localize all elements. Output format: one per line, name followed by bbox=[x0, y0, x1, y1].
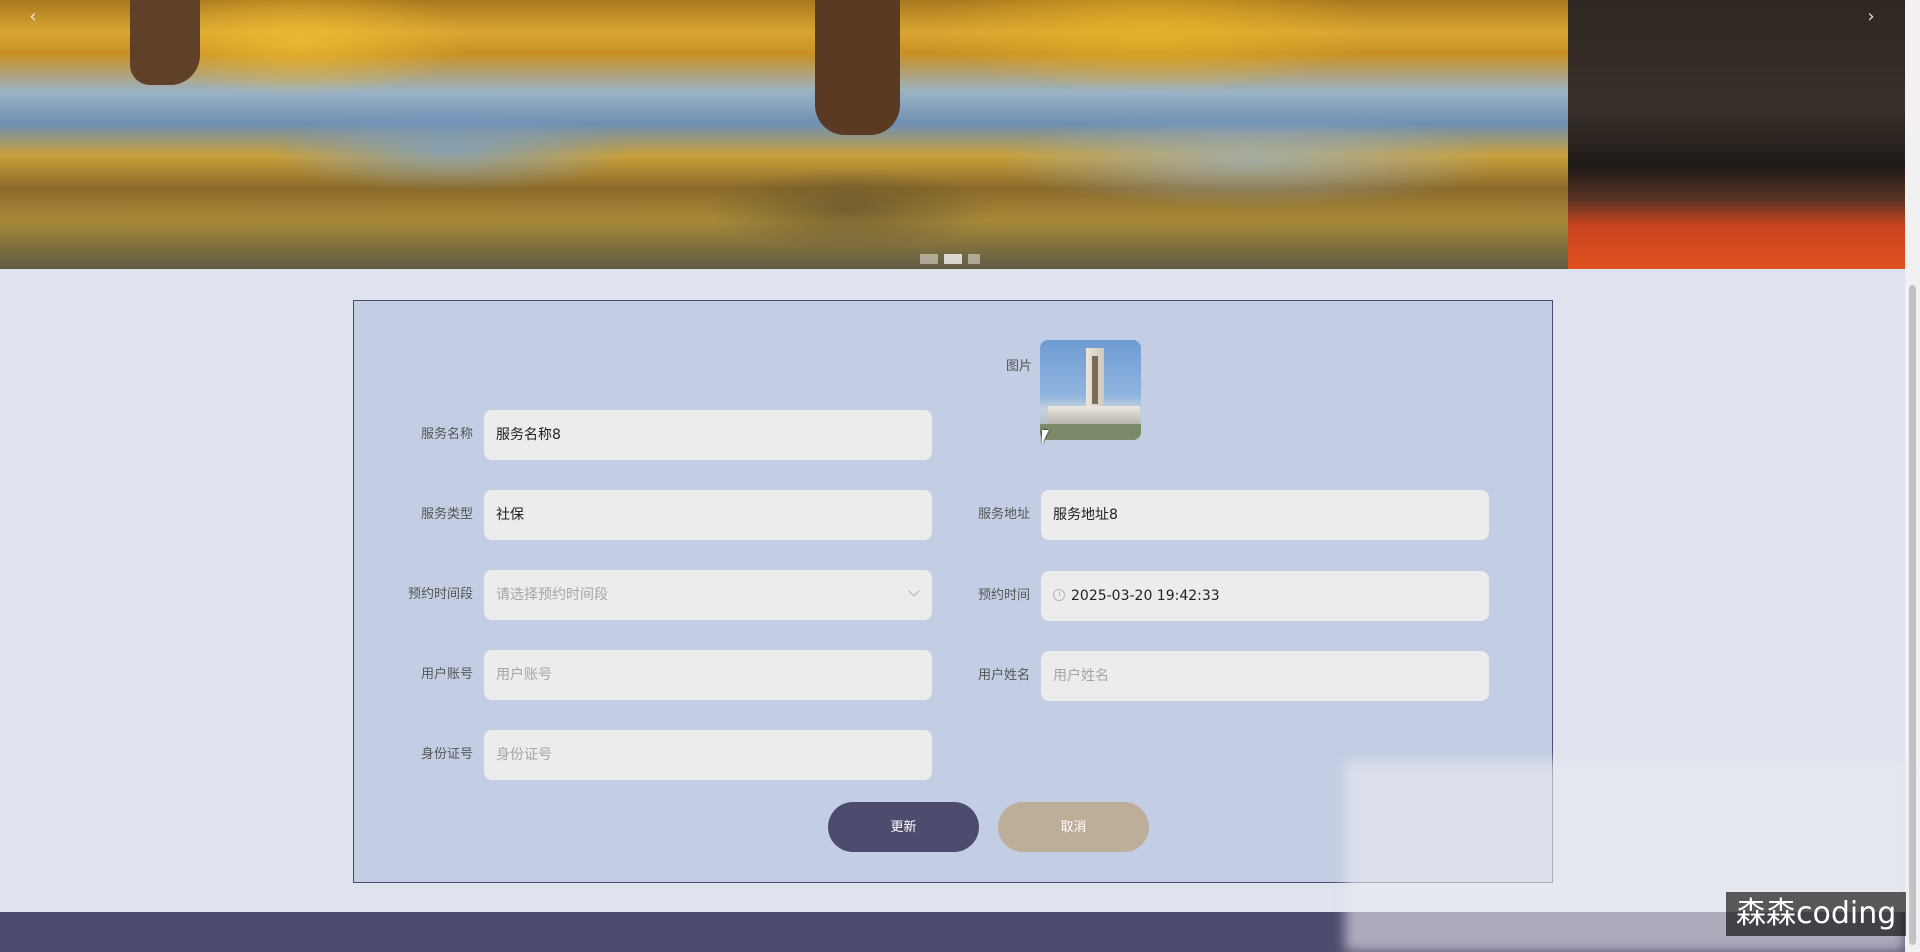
carousel-slide-autumn-trees bbox=[0, 0, 1568, 269]
user-account-label: 用户账号 bbox=[420, 667, 473, 682]
user-name-input[interactable]: 用户姓名 bbox=[1041, 651, 1489, 701]
watermark-label: 森森coding bbox=[1726, 892, 1907, 936]
appointment-time-value: 2025-03-20 19:42:33 bbox=[1071, 588, 1220, 604]
image-label: 图片 bbox=[1005, 359, 1032, 374]
carousel-indicator[interactable] bbox=[920, 254, 938, 264]
user-name-label: 用户姓名 bbox=[977, 668, 1030, 683]
page-scrollbar[interactable] bbox=[1905, 0, 1920, 952]
update-button[interactable]: 更新 bbox=[828, 802, 979, 852]
cancel-button[interactable]: 取消 bbox=[998, 802, 1149, 852]
service-image-upload[interactable] bbox=[1040, 340, 1141, 440]
id-number-input[interactable]: 身份证号 bbox=[484, 730, 932, 780]
field-user-account: 用户账号 用户账号 bbox=[353, 650, 953, 700]
service-address-input[interactable]: 服务地址8 bbox=[1041, 490, 1489, 540]
carousel-slide-next-preview bbox=[1568, 0, 1905, 269]
field-service-name: 服务名称 服务名称8 bbox=[353, 410, 953, 460]
tree-trunk-decoration bbox=[815, 0, 900, 135]
time-slot-select[interactable]: 请选择预约时间段 bbox=[484, 570, 932, 620]
carousel-indicators bbox=[920, 254, 980, 264]
appointment-time-picker[interactable]: 2025-03-20 19:42:33 bbox=[1041, 571, 1489, 621]
ground-graphic bbox=[1040, 424, 1141, 440]
field-time-slot: 预约时间段 请选择预约时间段 bbox=[353, 570, 953, 620]
service-type-input[interactable]: 社保 bbox=[484, 490, 932, 540]
carousel-indicator-active[interactable] bbox=[944, 254, 962, 264]
time-slot-label: 预约时间段 bbox=[407, 587, 473, 602]
banner-carousel: ‹ › bbox=[0, 0, 1905, 269]
carousel-next-icon[interactable]: › bbox=[1860, 6, 1882, 28]
field-service-type: 服务类型 社保 bbox=[353, 490, 953, 540]
field-id-number: 身份证号 身份证号 bbox=[353, 730, 953, 780]
carousel-prev-icon[interactable]: ‹ bbox=[22, 6, 44, 28]
service-type-label: 服务类型 bbox=[420, 507, 473, 522]
time-slot-placeholder: 请选择预约时间段 bbox=[496, 587, 608, 603]
id-number-label: 身份证号 bbox=[420, 747, 473, 762]
building-tower-graphic bbox=[1086, 348, 1104, 412]
scrollbar-thumb[interactable] bbox=[1909, 285, 1916, 945]
service-name-input[interactable]: 服务名称8 bbox=[484, 410, 932, 460]
field-service-address: 服务地址 服务地址8 bbox=[910, 490, 1510, 540]
user-account-input[interactable]: 用户账号 bbox=[484, 650, 932, 700]
service-name-label: 服务名称 bbox=[420, 427, 473, 442]
building-base-graphic bbox=[1048, 406, 1140, 424]
field-appointment-time: 预约时间 2025-03-20 19:42:33 bbox=[910, 571, 1510, 621]
service-address-label: 服务地址 bbox=[977, 507, 1030, 522]
clock-icon bbox=[1053, 589, 1065, 601]
field-user-name: 用户姓名 用户姓名 bbox=[910, 651, 1510, 701]
carousel-indicator[interactable] bbox=[968, 254, 980, 264]
appointment-time-label: 预约时间 bbox=[977, 588, 1030, 603]
tree-trunk-decoration bbox=[130, 0, 200, 85]
mouse-cursor-icon bbox=[1042, 430, 1049, 444]
